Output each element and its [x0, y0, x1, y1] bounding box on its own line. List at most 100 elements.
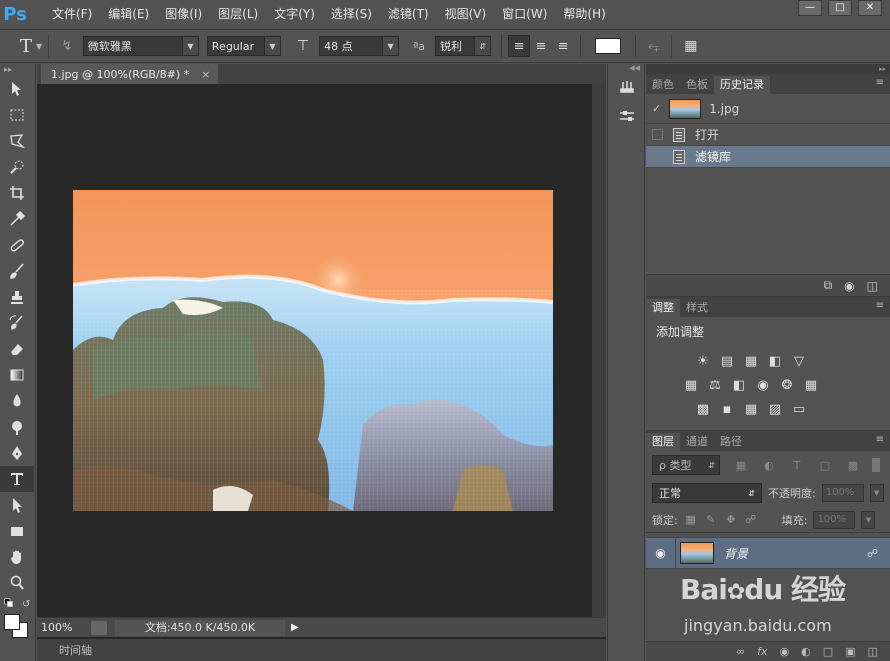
lock-transparent-icon[interactable]: ▦: [684, 513, 698, 527]
curves-icon[interactable]: ▦: [742, 352, 760, 370]
foreground-color-swatch[interactable]: [4, 614, 20, 630]
type-tool-preset-icon[interactable]: T: [14, 36, 38, 57]
brush-presets-icon[interactable]: [608, 74, 646, 102]
tool-presets-icon[interactable]: [608, 102, 646, 130]
character-panel-icon[interactable]: ▦: [678, 38, 703, 54]
new-group-icon[interactable]: □: [823, 645, 833, 658]
layer-filter-select[interactable]: ρ 类型 ⇵: [652, 455, 720, 475]
menu-window[interactable]: 窗口(W): [494, 0, 555, 28]
posterize-icon[interactable]: ▪: [718, 400, 736, 418]
gradient-tool-icon[interactable]: [0, 362, 34, 388]
history-state[interactable]: 滤镜库: [646, 146, 890, 168]
chevron-down-icon[interactable]: ▼: [861, 510, 876, 529]
fill-input[interactable]: 100%: [813, 510, 856, 529]
lock-image-icon[interactable]: ✎: [704, 513, 718, 527]
vibrance-icon[interactable]: ▽: [790, 352, 808, 370]
close-icon[interactable]: ×: [201, 68, 210, 81]
opacity-input[interactable]: 100%: [821, 484, 864, 502]
menu-image[interactable]: 图像(I): [157, 0, 210, 28]
color-balance-icon[interactable]: ⚖: [706, 376, 724, 394]
quick-select-tool-icon[interactable]: [0, 154, 34, 180]
menu-layer[interactable]: 图层(L): [210, 0, 266, 28]
vertical-scrollbar[interactable]: [592, 84, 606, 617]
shape-filter-icon[interactable]: □: [818, 458, 832, 472]
pixel-filter-icon[interactable]: ▦: [734, 458, 748, 472]
history-brush-checkbox[interactable]: [652, 129, 663, 140]
smart-object-filter-icon[interactable]: ▩: [846, 458, 860, 472]
clone-stamp-tool-icon[interactable]: [0, 284, 34, 310]
font-family-select[interactable]: 微软雅黑 ▼: [82, 36, 199, 56]
selective-color-icon[interactable]: ▨: [766, 400, 784, 418]
tab-history[interactable]: 历史记录: [714, 76, 770, 94]
color-lookup-icon[interactable]: ▦: [802, 376, 820, 394]
menu-select[interactable]: 选择(S): [323, 0, 380, 28]
move-tool-icon[interactable]: [0, 76, 34, 102]
eraser-tool-icon[interactable]: [0, 336, 34, 362]
font-size-select[interactable]: 48 点 ▼: [319, 36, 400, 56]
camera-icon[interactable]: ◉: [844, 279, 854, 293]
blend-mode-select[interactable]: 正常 ⇵: [652, 483, 762, 503]
path-selection-tool-icon[interactable]: [0, 492, 34, 518]
exposure-icon[interactable]: ◧: [766, 352, 784, 370]
new-layer-icon[interactable]: ▣: [845, 645, 855, 658]
layer-style-icon[interactable]: fx: [757, 645, 767, 658]
brush-tool-icon[interactable]: [0, 258, 34, 284]
tab-paths[interactable]: 路径: [714, 433, 748, 451]
healing-brush-tool-icon[interactable]: [0, 232, 34, 258]
layer-row[interactable]: ◉ 背景 ☍: [646, 537, 890, 569]
align-left-button[interactable]: ≡: [508, 35, 531, 57]
close-button[interactable]: ✕: [858, 0, 882, 16]
menu-edit[interactable]: 编辑(E): [100, 0, 157, 28]
menu-view[interactable]: 视图(V): [437, 0, 495, 28]
tab-swatches[interactable]: 色板: [680, 76, 714, 94]
pen-tool-icon[interactable]: [0, 440, 34, 466]
document-tab[interactable]: 1.jpg @ 100%(RGB/8#) * ×: [41, 64, 219, 84]
new-adjustment-layer-icon[interactable]: ◐: [801, 645, 811, 658]
text-orientation-icon[interactable]: ↯: [55, 38, 79, 54]
align-right-button[interactable]: ≡: [552, 35, 574, 57]
channel-mixer-icon[interactable]: ❂: [778, 376, 796, 394]
lasso-tool-icon[interactable]: [0, 128, 34, 154]
collapse-arrows-icon[interactable]: ◀◀: [608, 64, 644, 74]
brightness-contrast-icon[interactable]: ☀: [694, 352, 712, 370]
panel-menu-icon[interactable]: ≡: [876, 77, 884, 88]
new-document-from-state-icon[interactable]: ⧉: [824, 278, 833, 293]
black-white-icon[interactable]: ◧: [730, 376, 748, 394]
zoom-level[interactable]: 100%: [37, 621, 87, 634]
status-info-icon[interactable]: [91, 620, 107, 635]
tab-styles[interactable]: 样式: [680, 299, 714, 317]
history-state[interactable]: 打开: [646, 124, 890, 146]
tab-color[interactable]: 颜色: [646, 76, 680, 94]
status-menu-arrow-icon[interactable]: ▶: [291, 622, 299, 633]
align-center-button[interactable]: ≡: [530, 35, 552, 57]
hand-tool-icon[interactable]: [0, 544, 34, 570]
chevron-down-icon[interactable]: ▼: [869, 484, 884, 502]
history-brush-tool-icon[interactable]: [0, 310, 34, 336]
timeline-panel[interactable]: 时间轴: [37, 639, 606, 661]
eyedropper-tool-icon[interactable]: [0, 206, 34, 232]
trash-icon[interactable]: ◫: [868, 645, 878, 658]
trash-icon[interactable]: ◫: [867, 279, 878, 293]
menu-help[interactable]: 帮助(H): [555, 0, 613, 28]
font-style-select[interactable]: Regular ▼: [206, 36, 281, 56]
add-mask-icon[interactable]: ◉: [780, 645, 790, 658]
gradient-map-icon[interactable]: ▭: [790, 400, 808, 418]
type-tool-icon[interactable]: [0, 466, 34, 492]
warp-text-icon[interactable]: ⥆: [642, 38, 665, 54]
rectangle-tool-icon[interactable]: [0, 518, 34, 544]
hue-saturation-icon[interactable]: ▦: [682, 376, 700, 394]
invert-icon[interactable]: ▩: [694, 400, 712, 418]
zoom-tool-icon[interactable]: [0, 570, 34, 596]
collapse-arrows-icon[interactable]: ▸▸: [0, 64, 35, 76]
tab-adjustments[interactable]: 调整: [646, 299, 680, 317]
default-colors-icon[interactable]: ↺: [0, 596, 34, 612]
color-swatches[interactable]: [0, 612, 35, 642]
lock-position-icon[interactable]: ✥: [724, 513, 738, 527]
link-layers-icon[interactable]: ∞: [736, 645, 745, 658]
image-canvas[interactable]: [73, 190, 553, 511]
photo-filter-icon[interactable]: ◉: [754, 376, 772, 394]
menu-filter[interactable]: 滤镜(T): [380, 0, 437, 28]
panel-menu-icon[interactable]: ≡: [876, 434, 884, 445]
history-brush-source-icon[interactable]: ✓: [652, 102, 661, 115]
history-brush-checkbox[interactable]: [652, 151, 663, 162]
